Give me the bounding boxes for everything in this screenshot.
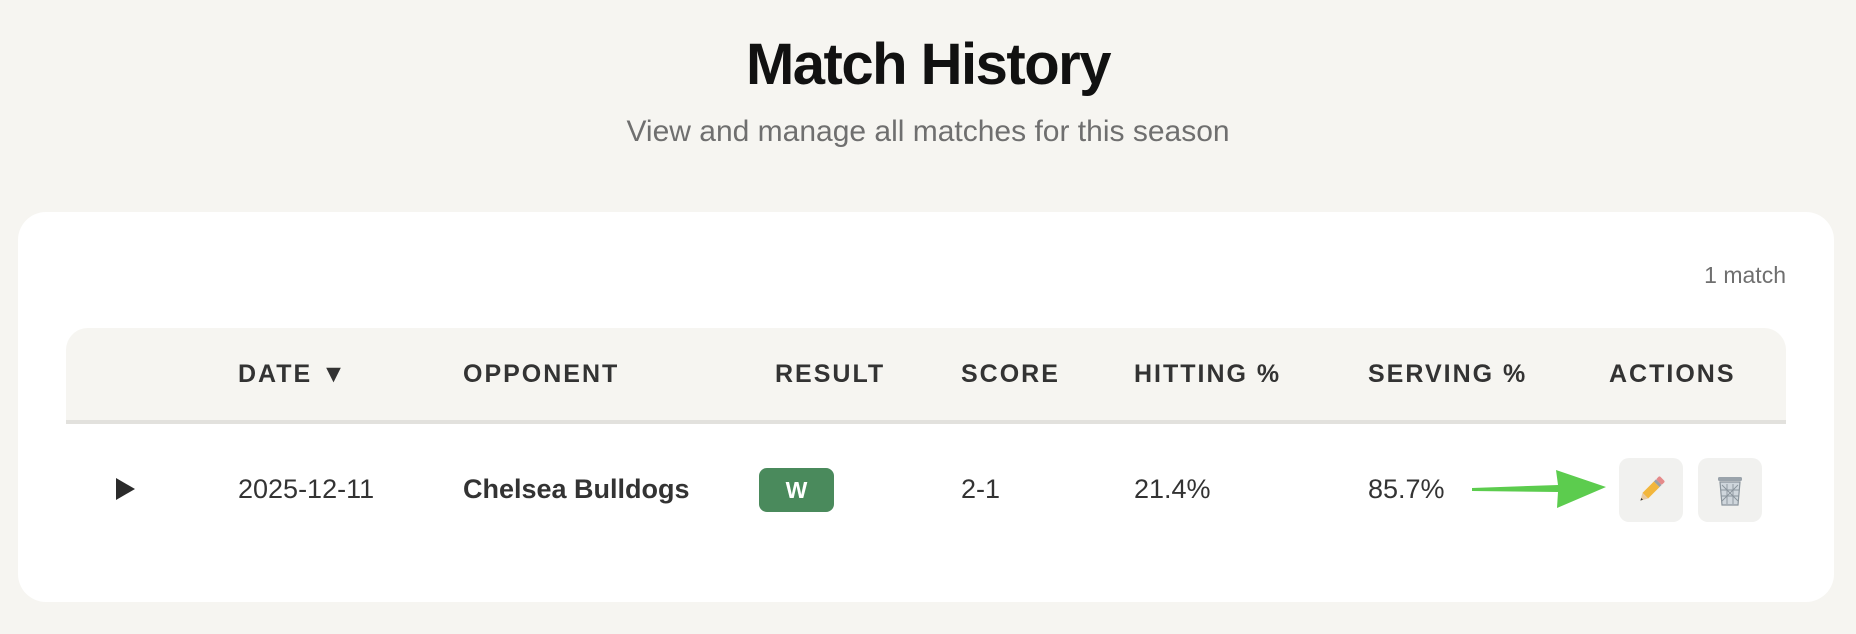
match-count: 1 match: [1704, 262, 1786, 288]
cell-serving: 85.7%: [1368, 474, 1445, 504]
page-subtitle: View and manage all matches for this sea…: [626, 115, 1230, 148]
column-header-serving: SERVING %: [1368, 360, 1528, 388]
column-header-result: RESULT: [775, 360, 886, 388]
column-header-opponent: OPPONENT: [463, 360, 620, 388]
result-badge: W: [759, 468, 834, 512]
cell-hitting: 21.4%: [1134, 474, 1211, 504]
page-title: Match History: [745, 32, 1112, 97]
cell-date: 2025-12-11: [238, 474, 375, 504]
matches-card: 1 match DATE ▼ OPPONENT RESULT SCORE HIT…: [18, 212, 1834, 602]
pencil-icon: [1640, 476, 1665, 501]
play-triangle-icon: [116, 478, 135, 500]
column-header-score: SCORE: [961, 360, 1060, 388]
edit-button[interactable]: [1619, 458, 1683, 522]
cell-score: 2-1: [961, 474, 1001, 504]
cell-opponent: Chelsea Bulldogs: [463, 474, 690, 504]
table-row: 2025-12-11 Chelsea Bulldogs W 2-1 21.4% …: [66, 424, 1786, 554]
column-header-actions: ACTIONS: [1609, 360, 1736, 388]
trash-icon: [1718, 477, 1742, 506]
expand-row-button[interactable]: [112, 476, 138, 502]
table-header: DATE ▼ OPPONENT RESULT SCORE HITTING % S…: [66, 328, 1786, 424]
green-arrow-icon: [1472, 470, 1606, 508]
column-header-date[interactable]: DATE ▼: [238, 328, 348, 420]
column-header-hitting: HITTING %: [1134, 360, 1282, 388]
delete-button[interactable]: [1698, 458, 1762, 522]
page-header: Match History View and manage all matche…: [0, 0, 1856, 150]
